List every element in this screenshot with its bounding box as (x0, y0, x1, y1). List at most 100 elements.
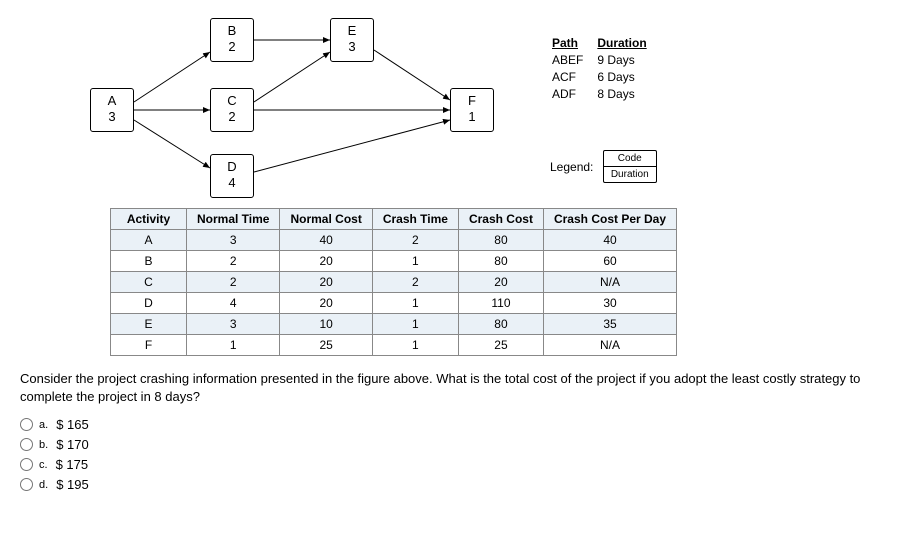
node-a: A 3 (90, 88, 134, 132)
table-row: E31018035 (111, 314, 677, 335)
option-letter: d. (39, 479, 48, 491)
option-letter: a. (39, 419, 48, 431)
option-letter: c. (39, 459, 48, 471)
th-crash-time: Crash Time (372, 209, 458, 230)
table-row: A34028040 (111, 230, 677, 251)
table-cell: 110 (458, 293, 543, 314)
option-d-radio[interactable] (20, 478, 33, 491)
question-text: Consider the project crashing informatio… (20, 370, 884, 405)
option-d[interactable]: d. $ 195 (20, 477, 884, 492)
node-code: B (211, 23, 253, 39)
table-cell: 20 (280, 293, 372, 314)
th-normal-time: Normal Time (187, 209, 280, 230)
table-cell: 60 (543, 251, 676, 272)
table-cell: 40 (280, 230, 372, 251)
table-cell: 20 (280, 272, 372, 293)
path-duration: 8 Days (597, 87, 658, 102)
node-duration: 3 (91, 109, 133, 125)
answer-options: a. $ 165 b. $ 170 c. $ 175 d. $ 195 (20, 417, 884, 492)
table-row: F125125N/A (111, 335, 677, 356)
path-duration: 9 Days (597, 53, 658, 68)
paths-header-path: Path (552, 36, 595, 51)
legend-duration: Duration (604, 167, 656, 182)
legend-label: Legend: (550, 160, 593, 174)
table-cell: 1 (372, 335, 458, 356)
table-row: B22018060 (111, 251, 677, 272)
table-cell: 25 (458, 335, 543, 356)
option-b[interactable]: b. $ 170 (20, 437, 884, 452)
node-f: F 1 (450, 88, 494, 132)
path-duration: 6 Days (597, 70, 658, 85)
node-code: D (211, 159, 253, 175)
table-cell: B (111, 251, 187, 272)
table-cell: 4 (187, 293, 280, 314)
node-duration: 2 (211, 39, 253, 55)
table-row: C220220N/A (111, 272, 677, 293)
paths-summary: Path Duration ABEF9 Days ACF6 Days ADF8 … (550, 34, 661, 104)
table-cell: E (111, 314, 187, 335)
legend: Legend: Code Duration (550, 150, 657, 183)
option-letter: b. (39, 439, 48, 451)
crash-table: Activity Normal Time Normal Cost Crash T… (110, 208, 677, 356)
table-cell: 35 (543, 314, 676, 335)
option-text: $ 170 (56, 437, 89, 452)
table-cell: 2 (372, 230, 458, 251)
option-text: $ 175 (56, 457, 89, 472)
table-cell: C (111, 272, 187, 293)
table-cell: A (111, 230, 187, 251)
table-cell: 3 (187, 230, 280, 251)
th-crash-cost: Crash Cost (458, 209, 543, 230)
table-cell: F (111, 335, 187, 356)
path-name: ADF (552, 87, 595, 102)
table-cell: 1 (372, 314, 458, 335)
path-name: ABEF (552, 53, 595, 68)
table-cell: 80 (458, 314, 543, 335)
network-diagram: A 3 B 2 C 2 D 4 E 3 F 1 Path Duration AB… (20, 10, 884, 200)
table-cell: 25 (280, 335, 372, 356)
node-duration: 2 (211, 109, 253, 125)
table-cell: D (111, 293, 187, 314)
table-cell: 3 (187, 314, 280, 335)
option-b-radio[interactable] (20, 438, 33, 451)
node-b: B 2 (210, 18, 254, 62)
th-activity: Activity (111, 209, 187, 230)
node-duration: 3 (331, 39, 373, 55)
node-duration: 4 (211, 175, 253, 191)
table-cell: 2 (187, 251, 280, 272)
table-cell: 10 (280, 314, 372, 335)
legend-code: Code (604, 151, 656, 167)
node-code: C (211, 93, 253, 109)
node-code: A (91, 93, 133, 109)
option-c-radio[interactable] (20, 458, 33, 471)
option-a[interactable]: a. $ 165 (20, 417, 884, 432)
node-duration: 1 (451, 109, 493, 125)
table-cell: 30 (543, 293, 676, 314)
table-cell: 20 (458, 272, 543, 293)
path-name: ACF (552, 70, 595, 85)
option-text: $ 165 (56, 417, 89, 432)
table-cell: 2 (187, 272, 280, 293)
paths-header-duration: Duration (597, 36, 658, 51)
node-code: E (331, 23, 373, 39)
table-cell: 80 (458, 230, 543, 251)
table-cell: 1 (372, 251, 458, 272)
table-cell: 80 (458, 251, 543, 272)
th-crash-cost-per-day: Crash Cost Per Day (543, 209, 676, 230)
node-code: F (451, 93, 493, 109)
table-cell: N/A (543, 335, 676, 356)
option-c[interactable]: c. $ 175 (20, 457, 884, 472)
table-row: D420111030 (111, 293, 677, 314)
node-e: E 3 (330, 18, 374, 62)
legend-node: Code Duration (603, 150, 657, 183)
table-cell: 20 (280, 251, 372, 272)
table-cell: 2 (372, 272, 458, 293)
option-text: $ 195 (56, 477, 89, 492)
table-cell: 40 (543, 230, 676, 251)
table-cell: 1 (372, 293, 458, 314)
node-d: D 4 (210, 154, 254, 198)
th-normal-cost: Normal Cost (280, 209, 372, 230)
node-c: C 2 (210, 88, 254, 132)
option-a-radio[interactable] (20, 418, 33, 431)
table-cell: N/A (543, 272, 676, 293)
table-cell: 1 (187, 335, 280, 356)
